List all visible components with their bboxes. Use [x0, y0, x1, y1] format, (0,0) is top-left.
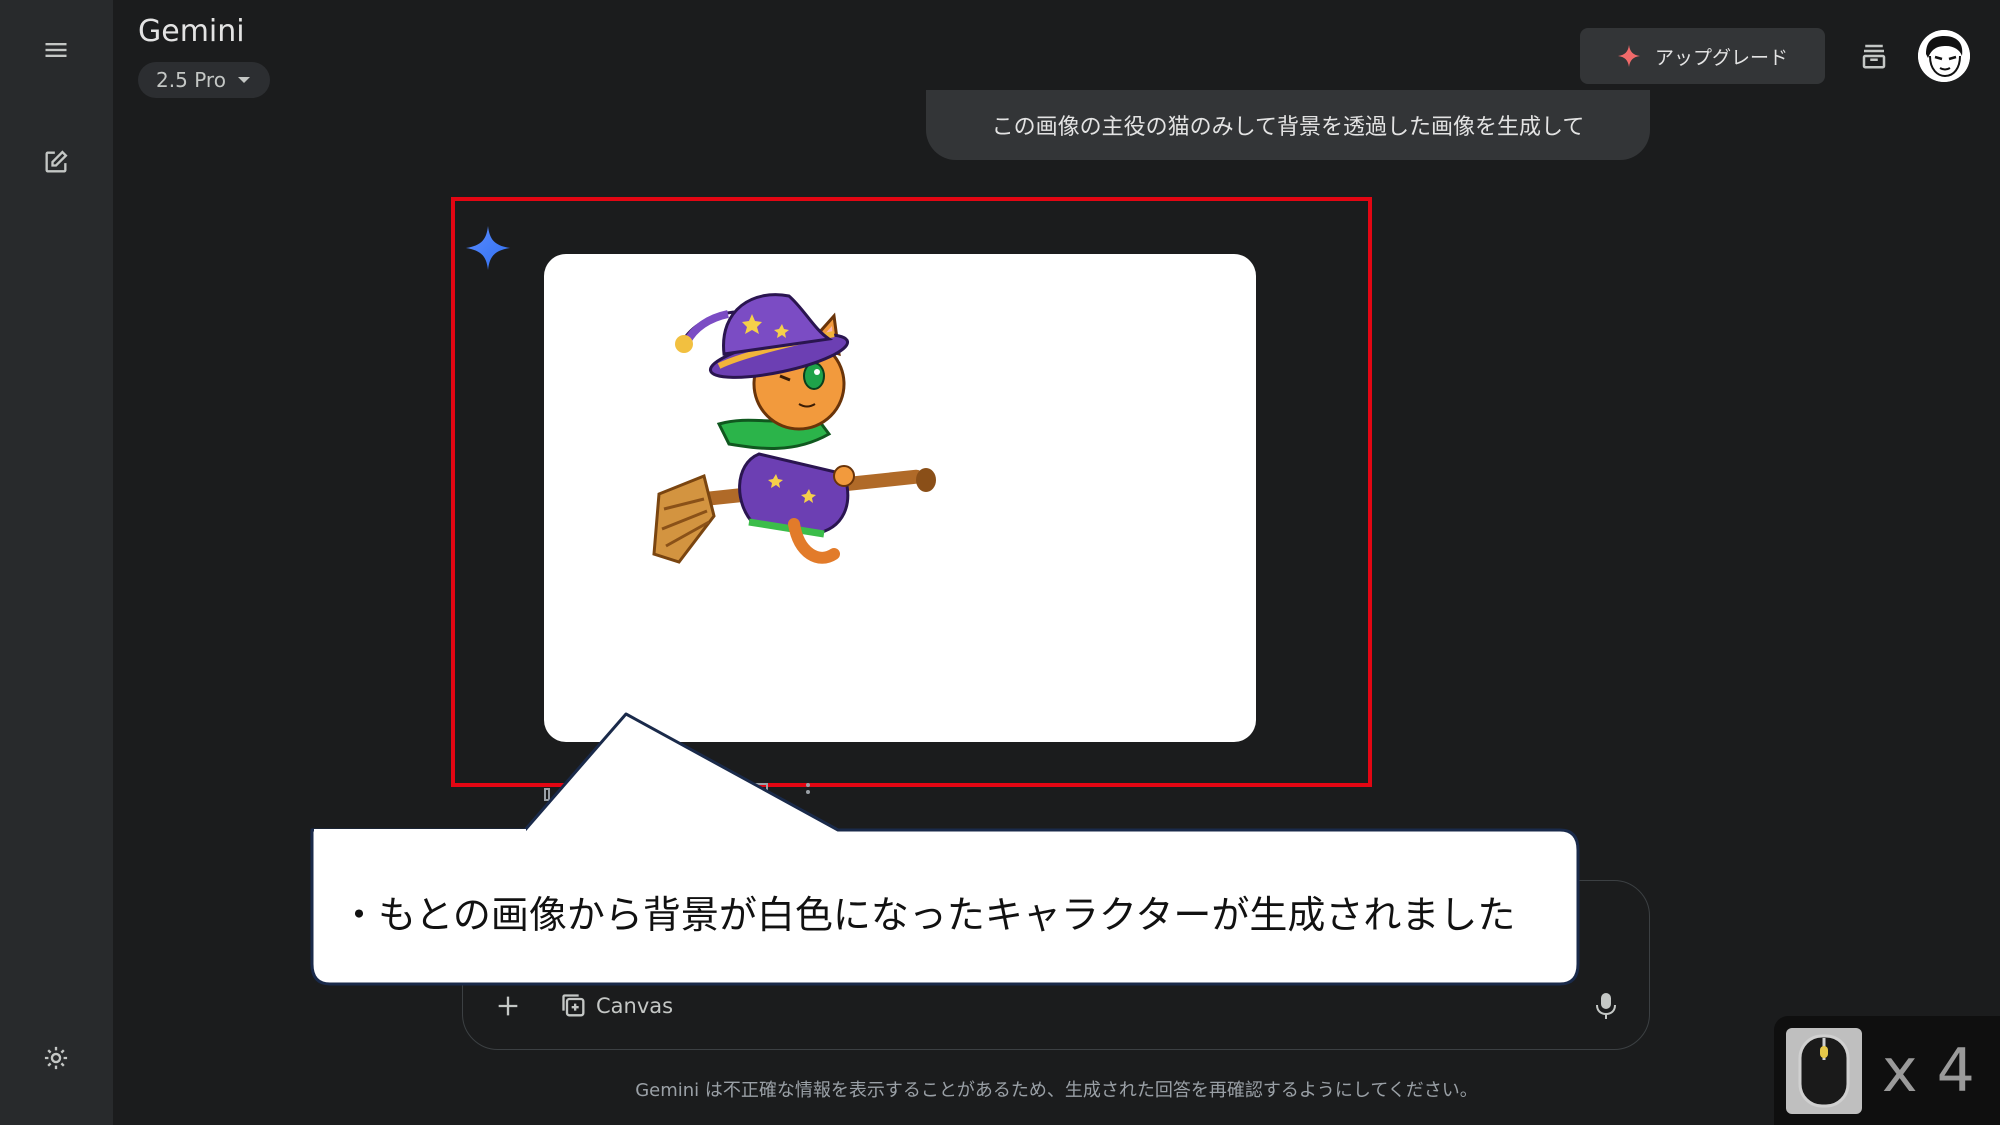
user-message-text: この画像の主役の猫のみして背景を透過した画像を生成して [991, 115, 1585, 140]
witch-cat-illustration [652, 293, 936, 564]
sidebar [0, 0, 113, 1125]
callout-text: ・もとの画像から背景が白色になったキャラクターが生成されました [340, 893, 1516, 937]
gear-icon [44, 1046, 68, 1070]
upgrade-label: アップグレード [1654, 46, 1788, 69]
app-title: Gemini [138, 14, 245, 49]
more-options-icon[interactable] [796, 780, 820, 804]
hamburger-menu-icon [45, 43, 67, 57]
canvas-icon [562, 994, 585, 1017]
gemini-sparkle-icon [466, 226, 510, 270]
avatar-face-icon [1918, 30, 1970, 82]
plus-icon [498, 996, 518, 1016]
disclaimer-text: Gemini は不正確な情報を表示することがあるため、生成された回答を再確認する… [635, 1080, 1478, 1101]
model-label: 2.5 Pro [156, 68, 226, 92]
thumbs-up-icon[interactable] [542, 780, 566, 804]
edit-icon [45, 150, 68, 173]
avatar[interactable] [1918, 30, 1970, 82]
canvas-button[interactable]: Canvas [560, 986, 673, 1026]
caret-down-icon [237, 77, 250, 83]
generated-image[interactable] [544, 254, 1256, 742]
microphone-icon [1596, 993, 1616, 1019]
settings-button[interactable] [26, 1028, 86, 1088]
new-chat-button[interactable] [26, 132, 86, 192]
copy-icon[interactable] [750, 780, 774, 804]
user-message-bubble: この画像の主役の猫のみして背景を透過した画像を生成して [926, 90, 1650, 160]
mouse-click-badge: x 4 [1774, 1016, 2000, 1125]
archive-icon [1862, 44, 1886, 69]
upgrade-button[interactable]: アップグレード [1580, 28, 1825, 84]
click-count: x 4 [1882, 1035, 1975, 1106]
sparkle-icon [1617, 45, 1640, 67]
microphone-button[interactable] [1584, 982, 1628, 1030]
menu-button[interactable] [26, 20, 86, 80]
model-selector[interactable]: 2.5 Pro [138, 62, 270, 98]
mouse-icon [1786, 1027, 1862, 1114]
add-file-button[interactable] [484, 982, 532, 1030]
canvas-label: Canvas [596, 994, 674, 1018]
archive-button[interactable] [1848, 30, 1900, 82]
